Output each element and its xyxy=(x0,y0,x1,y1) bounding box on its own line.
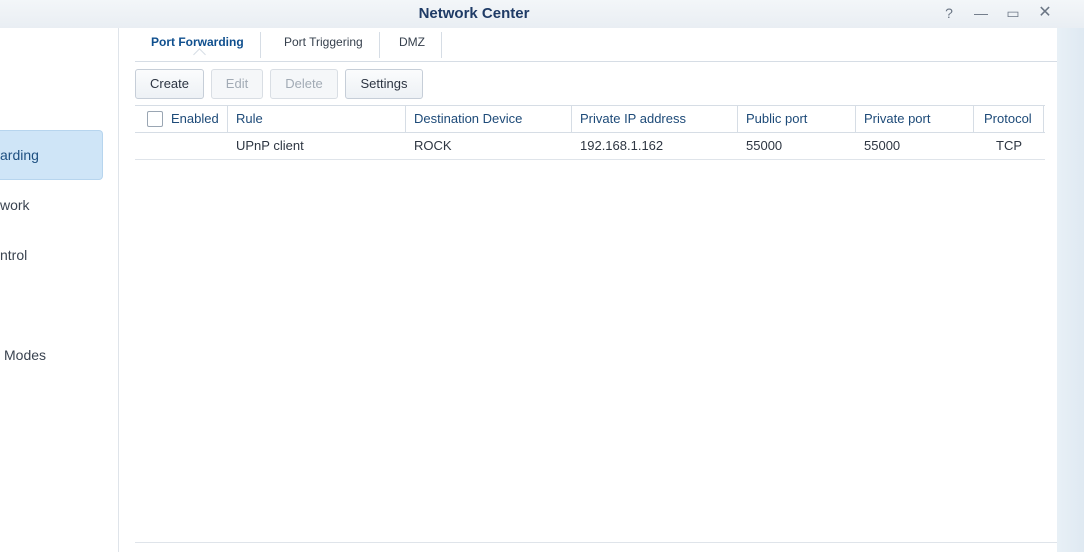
column-private-ip[interactable]: Private IP address xyxy=(572,106,738,132)
cell-private-port: 55000 xyxy=(864,138,901,153)
column-rule[interactable]: Rule xyxy=(228,106,406,132)
minimize-icon[interactable]: — xyxy=(971,4,991,22)
cell-rule: UPnP client xyxy=(236,138,304,153)
column-destination-device[interactable]: Destination Device xyxy=(406,106,572,132)
title-bar: Network Center ? — ▭ ✕ xyxy=(0,0,1084,28)
sidebar-item-label: ntrol xyxy=(0,247,28,263)
table-header: Enabled Rule Destination Device Private … xyxy=(135,105,1045,133)
help-icon[interactable]: ? xyxy=(939,4,959,22)
tab-port-forwarding[interactable]: Port Forwarding xyxy=(135,32,261,61)
close-icon[interactable]: ✕ xyxy=(1035,4,1055,22)
maximize-icon[interactable]: ▭ xyxy=(1003,4,1023,22)
sidebar-item-modes[interactable]: Modes xyxy=(0,331,102,379)
cell-protocol: TCP xyxy=(996,138,1022,153)
active-tab-indicator xyxy=(193,48,206,61)
cell-public-port: 55000 xyxy=(746,138,783,153)
tab-bar: Port Forwarding Port Triggering DMZ xyxy=(135,28,1057,62)
cell-private-ip: 192.168.1.162 xyxy=(580,138,664,153)
tab-port-triggering[interactable]: Port Triggering xyxy=(268,32,380,58)
column-label: Enabled xyxy=(171,111,219,126)
window-edge xyxy=(1057,28,1084,552)
edit-button[interactable]: Edit xyxy=(211,69,263,99)
sidebar-item-control[interactable]: ntrol xyxy=(0,231,102,279)
sidebar-item-label: work xyxy=(0,197,30,213)
column-private-port[interactable]: Private port xyxy=(856,106,974,132)
column-enabled[interactable]: Enabled xyxy=(135,106,228,132)
table-footer-divider xyxy=(135,542,1057,543)
sidebar-item-label: Modes xyxy=(4,347,47,363)
cell-enabled xyxy=(135,132,228,159)
select-all-checkbox[interactable] xyxy=(147,111,163,127)
table-row[interactable]: UPnP client ROCK 192.168.1.162 55000 550… xyxy=(135,132,1045,160)
cell-device: ROCK xyxy=(414,138,452,153)
tab-label: Port Triggering xyxy=(284,35,363,49)
column-public-port[interactable]: Public port xyxy=(738,106,856,132)
tab-label: Port Forwarding xyxy=(151,35,244,49)
tab-label: DMZ xyxy=(399,35,425,49)
column-protocol[interactable]: Protocol xyxy=(974,106,1044,132)
window-title: Network Center xyxy=(418,5,530,22)
tab-dmz[interactable]: DMZ xyxy=(383,32,442,58)
main-panel: Port Forwarding Port Triggering DMZ Crea… xyxy=(119,28,1057,552)
sidebar-item-label: arding xyxy=(0,147,39,163)
settings-button[interactable]: Settings xyxy=(345,69,423,99)
sidebar-item-network[interactable]: work xyxy=(0,181,102,229)
sidebar-item-port-forwarding[interactable]: arding xyxy=(0,130,103,180)
delete-button[interactable]: Delete xyxy=(270,69,338,99)
sidebar: arding work ntrol Modes xyxy=(0,28,119,552)
create-button[interactable]: Create xyxy=(135,69,204,99)
